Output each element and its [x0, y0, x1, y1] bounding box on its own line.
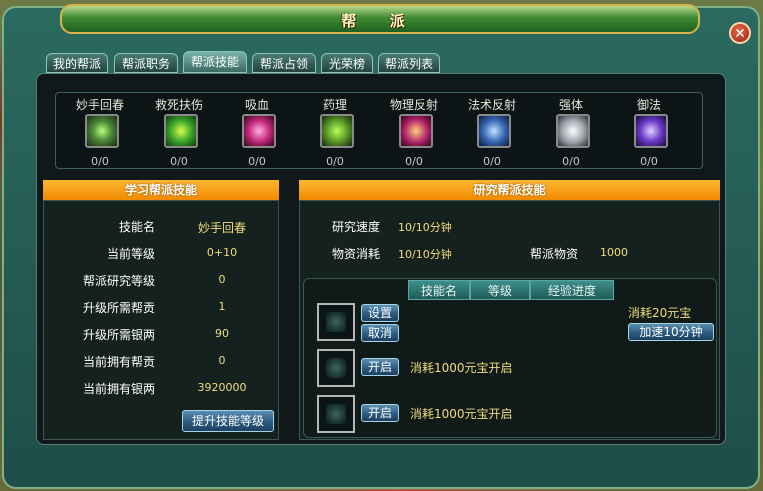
guild-supply-value: 1000 — [600, 246, 628, 259]
learn-label: 当前拥有帮贡 — [82, 355, 155, 369]
pharmacology-icon[interactable] — [320, 114, 354, 148]
skill-count: 0/0 — [326, 155, 344, 168]
learn-skill-header: 学习帮派技能 — [43, 180, 279, 200]
learn-value: 90 — [215, 327, 229, 340]
research-slot[interactable] — [317, 349, 355, 387]
skill-item[interactable]: 御法 0/0 — [610, 93, 688, 170]
learn-value: 0 — [218, 354, 226, 367]
skill-name: 吸血 — [244, 98, 269, 112]
rune-icon — [326, 358, 346, 378]
skill-item[interactable]: 妙手回春 0/0 — [61, 93, 139, 170]
learn-value: 妙手回春 — [197, 221, 246, 235]
learn-label: 当前拥有银两 — [82, 382, 155, 396]
learn-value: 0 — [218, 273, 226, 286]
tab-guild-skills[interactable]: 帮派技能 — [183, 51, 247, 73]
skill-count: 0/0 — [483, 155, 501, 168]
skill-item[interactable]: 强体 0/0 — [532, 93, 610, 170]
magic-defense-icon[interactable] — [634, 114, 668, 148]
column-level: 等级 — [470, 280, 530, 300]
column-skill-name: 技能名 — [408, 280, 470, 300]
cancel-button[interactable]: 取消 — [361, 324, 399, 342]
tab-honor-list[interactable]: 光荣榜 — [321, 53, 373, 73]
window-title: 帮 派 — [341, 12, 419, 30]
learn-skill-panel — [43, 200, 279, 440]
learn-label: 帮派研究等级 — [82, 274, 155, 288]
close-icon[interactable]: ✕ — [729, 22, 751, 44]
tab-guild-positions[interactable]: 帮派职务 — [114, 53, 178, 73]
research-speed-value: 10/10分钟 — [398, 221, 452, 234]
skill-item[interactable]: 救死扶伤 0/0 — [140, 93, 218, 170]
rune-icon — [326, 312, 346, 332]
skill-name: 法术反射 — [467, 98, 516, 112]
tab-my-guild[interactable]: 我的帮派 — [46, 53, 108, 73]
research-slot[interactable] — [317, 303, 355, 341]
tab-guild-list[interactable]: 帮派列表 — [378, 53, 440, 73]
skill-name: 药理 — [322, 98, 347, 112]
healing-hand-icon[interactable] — [85, 114, 119, 148]
tab-guild-occupation[interactable]: 帮派占领 — [252, 53, 316, 73]
skill-name: 妙手回春 — [75, 98, 124, 112]
research-speed-label: 研究速度 — [332, 220, 381, 234]
skill-count: 0/0 — [562, 155, 580, 168]
learn-label: 技能名 — [118, 220, 155, 234]
learn-label: 升级所需银两 — [82, 328, 155, 342]
column-exp-progress: 经验进度 — [530, 280, 614, 300]
research-skill-header: 研究帮派技能 — [299, 180, 720, 200]
open-slot-button[interactable]: 开启 — [361, 404, 399, 422]
vampire-icon[interactable] — [242, 114, 276, 148]
rescue-icon[interactable] — [164, 114, 198, 148]
learn-value: 3920000 — [197, 381, 247, 394]
skill-count: 0/0 — [405, 155, 423, 168]
body-strength-icon[interactable] — [556, 114, 590, 148]
open-cost-text: 消耗1000元宝开启 — [410, 407, 513, 421]
open-cost-text: 消耗1000元宝开启 — [410, 361, 513, 375]
speedup-button[interactable]: 加速10分钟 — [628, 323, 714, 341]
window-titlebar: 帮 派 — [60, 4, 700, 34]
skill-name: 御法 — [636, 98, 661, 112]
guild-supply-label: 帮派物资 — [530, 247, 579, 261]
skill-item[interactable]: 吸血 0/0 — [218, 93, 296, 170]
supply-consume-label: 物资消耗 — [332, 247, 381, 261]
skill-count: 0/0 — [170, 155, 188, 168]
learn-label: 升级所需帮贡 — [82, 301, 155, 315]
skill-name: 强体 — [558, 98, 583, 112]
skill-count: 0/0 — [640, 155, 658, 168]
learn-value: 1 — [218, 300, 226, 313]
upgrade-skill-button[interactable]: 提升技能等级 — [182, 410, 274, 432]
skill-count: 0/0 — [91, 155, 109, 168]
skill-count: 0/0 — [248, 155, 266, 168]
research-slot[interactable] — [317, 395, 355, 433]
rune-icon — [326, 404, 346, 424]
skill-name: 救死扶伤 — [154, 98, 203, 112]
skill-item[interactable]: 药理 0/0 — [296, 93, 374, 170]
learn-value: 0+10 — [206, 246, 238, 259]
cost-text: 消耗20元宝 — [628, 306, 692, 320]
skill-name: 物理反射 — [389, 98, 438, 112]
skill-item[interactable]: 法术反射 0/0 — [453, 93, 531, 170]
physical-reflect-icon[interactable] — [399, 114, 433, 148]
skill-item[interactable]: 物理反射 0/0 — [375, 93, 453, 170]
skill-list: 妙手回春 0/0 救死扶伤 0/0 吸血 0/0 药理 0/0 物理反射 0/0… — [55, 92, 703, 169]
supply-consume-value: 10/10分钟 — [398, 248, 452, 261]
open-slot-button[interactable]: 开启 — [361, 358, 399, 376]
set-button[interactable]: 设置 — [361, 304, 399, 322]
learn-label: 当前等级 — [106, 247, 155, 261]
magic-reflect-icon[interactable] — [477, 114, 511, 148]
